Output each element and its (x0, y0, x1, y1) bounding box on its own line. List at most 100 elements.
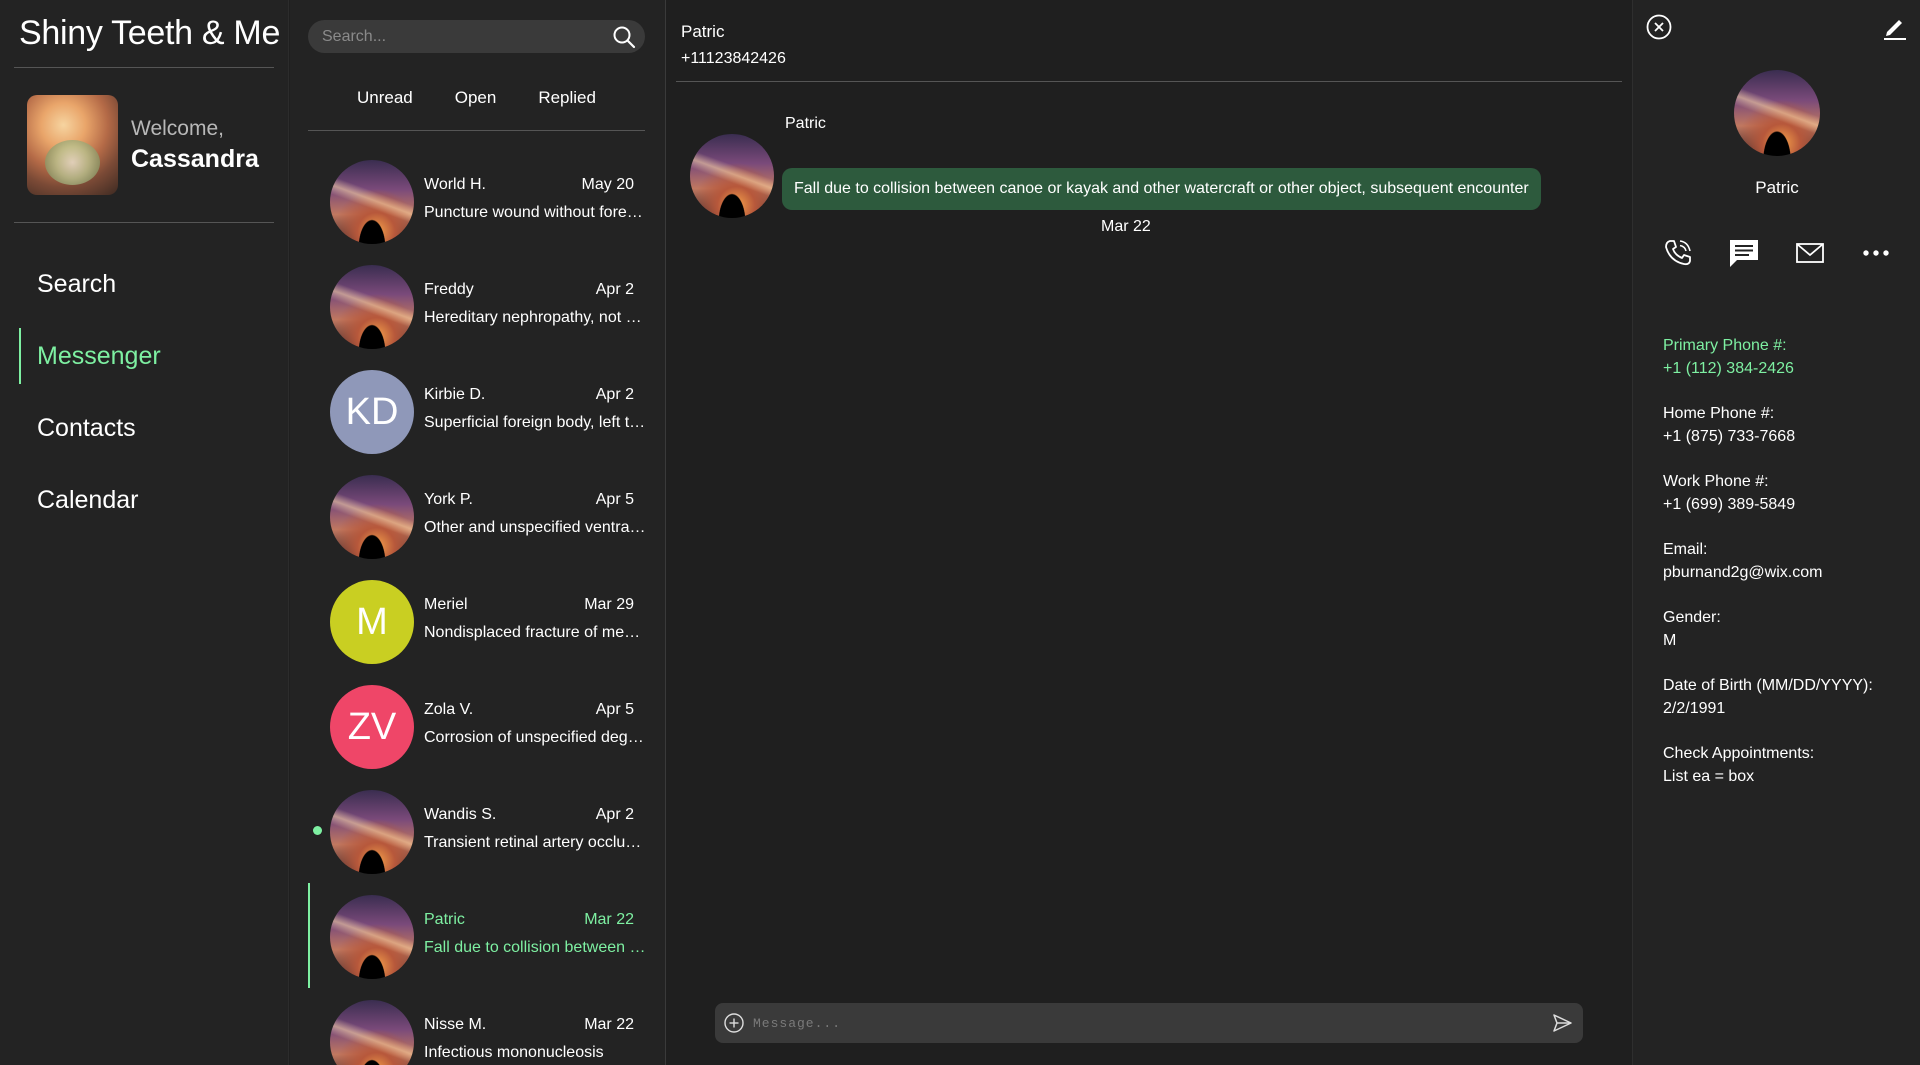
mail-icon (1796, 243, 1824, 263)
conversation-avatar: M (330, 580, 414, 664)
conversation-item[interactable]: Freddy Apr 2 Hereditary nephropathy, not e… (308, 253, 648, 358)
field-label: Work Phone #: (1663, 473, 1769, 490)
call-button[interactable] (1661, 236, 1695, 270)
conversation-item[interactable]: KD Kirbie D. Apr 2 Superficial foreign body… (308, 358, 648, 463)
conversation-item[interactable]: Patric Mar 22 Fall due to collision betwee… (308, 883, 648, 988)
conversation-preview: Hereditary nephropathy, not elsewhere cl… (424, 309, 646, 326)
app-title: Shiny Teeth & Me (19, 14, 281, 52)
field-label: Check Appointments: (1663, 745, 1815, 762)
divider (14, 222, 274, 223)
more-button[interactable] (1859, 236, 1893, 270)
edit-icon[interactable] (1882, 14, 1908, 40)
conversation-name: Zola V. (424, 701, 474, 718)
contact-field-work-phone: Work Phone #: +1 (699) 389-5849 (1663, 470, 1913, 516)
conversation-item[interactable]: Wandis S. Apr 2 Transient retinal artery o… (308, 778, 648, 883)
contact-field-check-appointments: Check Appointments: List ea = box (1663, 742, 1913, 788)
message-bubble: Fall due to collision between canoe or k… (782, 168, 1541, 210)
conversation-avatar: ZV (330, 685, 414, 769)
nav-item-calendar[interactable]: Calendar (0, 464, 289, 536)
conversation-panel: Unread Open Replied World H. May 20 Punctu… (290, 0, 666, 1065)
conversation-name: Wandis S. (424, 806, 497, 823)
user-avatar[interactable] (27, 95, 118, 195)
conversation-item[interactable]: M Meriel Mar 29 Nondisplaced fracture of me… (308, 568, 648, 673)
conversation-date: Apr 2 (595, 386, 634, 403)
conversation-name: Patric (424, 911, 465, 928)
message-composer (715, 1003, 1583, 1043)
search-icon[interactable] (611, 24, 637, 50)
conversation-preview: Puncture wound without foreign body of r… (424, 204, 646, 221)
filter-tab-open[interactable]: Open (455, 88, 497, 108)
close-icon[interactable] (1645, 13, 1673, 41)
filter-tab-replied[interactable]: Replied (538, 88, 596, 108)
field-value: M (1663, 632, 1677, 649)
contact-actions (1661, 236, 1893, 270)
conversation-preview: Other and unspecified ventral hernia wit… (424, 519, 646, 536)
conversation-date: Apr 2 (595, 806, 634, 823)
conversation-date: Apr 2 (595, 281, 634, 298)
conversation-date: Mar 22 (584, 911, 634, 928)
conversation-item[interactable]: York P. Apr 5 Other and unspecified ventra… (308, 463, 648, 568)
contact-avatar (1734, 70, 1820, 156)
chat-contact-name: Patric (681, 22, 725, 41)
conversation-preview: Infectious mononucleosis (424, 1044, 604, 1061)
add-icon[interactable] (723, 1012, 745, 1034)
user-name: Cassandra (131, 145, 259, 173)
field-value: List ea = box (1663, 768, 1755, 785)
conversation-name: Meriel (424, 596, 468, 613)
conversation-preview: Nondisplaced fracture of medial condyle … (424, 624, 646, 641)
sidebar: Shiny Teeth & Me Welcome, Cassandra Sear… (0, 0, 289, 1065)
field-value: +1 (875) 733-7668 (1663, 428, 1796, 445)
message-avatar (690, 134, 774, 218)
send-icon[interactable] (1551, 1012, 1573, 1034)
search-input[interactable] (322, 20, 602, 53)
message-sender: Patric (785, 115, 826, 132)
filter-tab-unread[interactable]: Unread (357, 88, 413, 108)
message-input[interactable] (753, 1003, 1533, 1043)
main-nav: Search Messenger Contacts Calendar (0, 248, 289, 536)
conversation-date: Mar 29 (584, 596, 634, 613)
conversation-date: Mar 22 (584, 1016, 634, 1033)
chat-icon (1730, 240, 1758, 267)
contact-field-date-of-birth-mm-dd-yyyy: Date of Birth (MM/DD/YYYY): 2/2/1991 (1663, 674, 1913, 720)
contact-field-gender: Gender: M (1663, 606, 1913, 652)
conversation-avatar (330, 475, 414, 559)
contact-field-email: Email: pburnand2g@wix.com (1663, 538, 1913, 584)
divider (308, 130, 645, 131)
contact-fields: Primary Phone #: +1 (112) 384-2426 Home Ph… (1663, 334, 1913, 810)
conversation-name: York P. (424, 491, 473, 508)
conversation-preview: Corrosion of unspecified degree of right… (424, 729, 646, 746)
welcome-text: Welcome, (131, 117, 224, 140)
field-value: +1 (112) 384-2426 (1663, 360, 1794, 377)
unread-indicator (313, 826, 322, 835)
conversation-preview: Transient retinal artery occlusion, bila… (424, 834, 646, 851)
conversation-avatar (330, 1000, 414, 1065)
contact-panel: Patric Primary Phone #: +1 (112) 384-242… (1632, 0, 1920, 1065)
conversation-item[interactable]: Nisse M. Mar 22 Infectious mononucleosis (308, 988, 648, 1065)
contact-name: Patric (1755, 178, 1799, 197)
conversation-avatar (330, 265, 414, 349)
divider (676, 81, 1622, 82)
field-label: Date of Birth (MM/DD/YYYY): (1663, 677, 1873, 694)
nav-item-contacts[interactable]: Contacts (0, 392, 289, 464)
nav-item-search[interactable]: Search (0, 248, 289, 320)
conversation-preview: Superficial foreign body, left thumb, su… (424, 414, 646, 431)
field-value: 2/2/1991 (1663, 700, 1726, 717)
field-label: Email: (1663, 541, 1708, 558)
conversation-date: Apr 5 (595, 701, 634, 718)
chat-contact-phone: +11123842426 (681, 50, 786, 67)
search-box (308, 20, 645, 53)
conversation-list: World H. May 20 Puncture wound without for… (308, 148, 648, 1065)
contact-field-home-phone: Home Phone #: +1 (875) 733-7668 (1663, 402, 1913, 448)
email-button[interactable] (1793, 236, 1827, 270)
phone-icon (1665, 240, 1691, 266)
conversation-item[interactable]: ZV Zola V. Apr 5 Corrosion of unspecified d… (308, 673, 648, 778)
contact-field-primary-phone: Primary Phone #: +1 (112) 384-2426 (1663, 334, 1913, 380)
conversation-item[interactable]: World H. May 20 Puncture wound without for… (308, 148, 648, 253)
conversation-preview: Fall due to collision between canoe or k… (424, 939, 646, 956)
conversation-date: Apr 5 (595, 491, 634, 508)
field-label: Gender: (1663, 609, 1721, 626)
chat-area: Patric +11123842426 Patric Fall due to c… (667, 0, 1631, 1065)
message-date: Mar 22 (1101, 218, 1151, 235)
chat-button[interactable] (1727, 236, 1761, 270)
nav-item-messenger[interactable]: Messenger (0, 320, 289, 392)
